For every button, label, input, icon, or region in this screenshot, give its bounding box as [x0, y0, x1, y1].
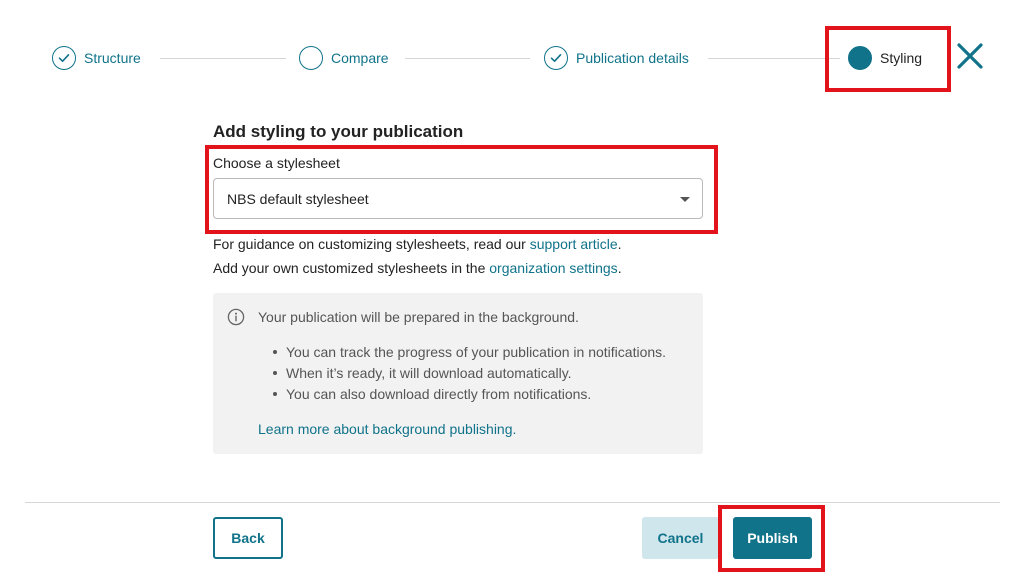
empty-circle-icon — [299, 46, 323, 70]
step-connector — [405, 58, 530, 59]
footer-divider — [25, 502, 1000, 503]
list-item: You can track the progress of your publi… — [272, 344, 666, 365]
info-title: Your publication will be prepared in the… — [258, 309, 579, 325]
list-item: You can also download directly from noti… — [272, 386, 666, 407]
custom-stylesheets-text: Add your own customized stylesheets in t… — [213, 260, 622, 276]
publish-button[interactable]: Publish — [733, 517, 812, 559]
info-icon — [227, 308, 245, 326]
list-item: When it’s ready, it will download automa… — [272, 365, 666, 386]
step-compare[interactable]: Compare — [299, 45, 389, 71]
step-label: Styling — [880, 50, 923, 66]
support-article-link[interactable]: support article — [530, 236, 618, 252]
close-icon[interactable] — [954, 40, 986, 72]
step-publication-details[interactable]: Publication details — [544, 45, 689, 71]
guidance-text: For guidance on customizing stylesheets,… — [213, 236, 622, 252]
stylesheet-selected-value: NBS default stylesheet — [227, 190, 369, 207]
background-publishing-info: Your publication will be prepared in the… — [213, 293, 703, 454]
step-connector — [160, 58, 286, 59]
step-styling[interactable]: Styling — [848, 45, 922, 71]
step-structure[interactable]: Structure — [52, 45, 141, 71]
check-icon — [52, 46, 76, 70]
step-label: Compare — [331, 50, 389, 66]
page-title: Add styling to your publication — [213, 122, 464, 141]
info-list: You can track the progress of your publi… — [272, 344, 666, 407]
learn-more-link[interactable]: Learn more about background publishing — [258, 421, 513, 437]
stylesheet-select[interactable]: NBS default stylesheet — [213, 178, 703, 219]
organization-settings-link[interactable]: organization settings — [489, 260, 617, 276]
current-step-icon — [848, 46, 872, 70]
cancel-button[interactable]: Cancel — [642, 517, 719, 559]
step-label: Structure — [84, 50, 141, 66]
learn-more-text: Learn more about background publishing. — [258, 421, 517, 437]
step-label: Publication details — [576, 50, 689, 66]
dropdown-arrow-icon — [680, 197, 690, 202]
back-button[interactable]: Back — [213, 517, 283, 559]
check-icon — [544, 46, 568, 70]
step-connector — [708, 58, 840, 59]
stylesheet-label: Choose a stylesheet — [213, 155, 340, 171]
